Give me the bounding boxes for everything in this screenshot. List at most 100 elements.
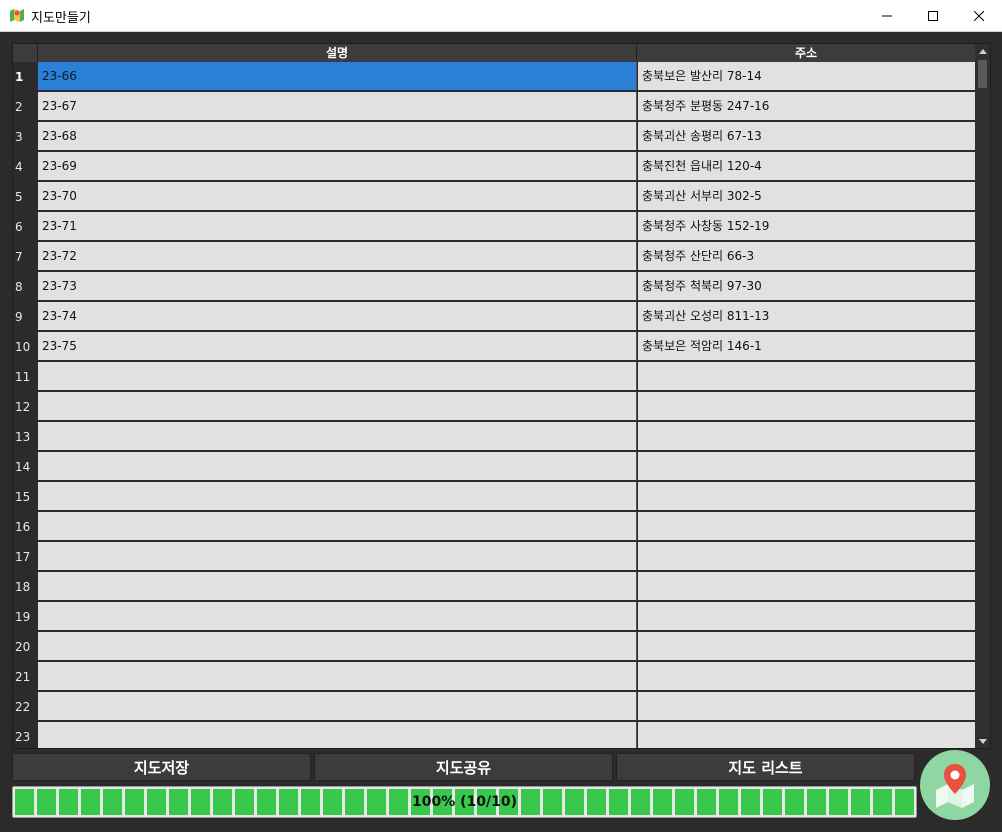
cell-description[interactable]: [38, 722, 637, 748]
scroll-up-button[interactable]: [975, 44, 990, 58]
cell-address[interactable]: [638, 452, 975, 481]
cell-address[interactable]: 충북괴산 서부리 302-5: [638, 182, 975, 211]
column-header-description[interactable]: 설명: [38, 44, 637, 62]
column-header-address[interactable]: 주소: [637, 44, 975, 62]
share-map-button[interactable]: 지도공유: [314, 753, 613, 781]
cell-address[interactable]: [638, 722, 975, 748]
cell-address[interactable]: [638, 392, 975, 421]
row-number[interactable]: 18: [13, 572, 37, 602]
row-number[interactable]: 8: [13, 272, 37, 302]
table-row[interactable]: 6 23-71 충북청주 사창동 152-19: [13, 212, 975, 242]
cell-description[interactable]: [38, 572, 637, 601]
table-row[interactable]: 19: [13, 602, 975, 632]
cell-description[interactable]: [38, 602, 637, 631]
cell-address[interactable]: 충북진천 읍내리 120-4: [638, 152, 975, 181]
cell-address[interactable]: 충북괴산 오성리 811-13: [638, 302, 975, 331]
cell-description[interactable]: [38, 542, 637, 571]
save-map-button[interactable]: 지도저장: [12, 753, 311, 781]
cell-description[interactable]: 23-69: [38, 152, 637, 181]
row-number[interactable]: 20: [13, 632, 37, 662]
table-row[interactable]: 3 23-68 충북괴산 송평리 67-13: [13, 122, 975, 152]
cell-address[interactable]: [638, 422, 975, 451]
cell-address[interactable]: [638, 482, 975, 511]
close-button[interactable]: [956, 0, 1002, 31]
cell-description[interactable]: [38, 662, 637, 691]
cell-description[interactable]: [38, 392, 637, 421]
table-row[interactable]: 4 23-69 충북진천 읍내리 120-4: [13, 152, 975, 182]
row-number[interactable]: 4: [13, 152, 37, 182]
cell-description[interactable]: [38, 422, 637, 451]
cell-description[interactable]: [38, 452, 637, 481]
cell-address[interactable]: [638, 542, 975, 571]
cell-address[interactable]: [638, 632, 975, 661]
table-row[interactable]: 11: [13, 362, 975, 392]
cell-address[interactable]: 충북청주 산단리 66-3: [638, 242, 975, 271]
row-number[interactable]: 12: [13, 392, 37, 422]
row-number[interactable]: 5: [13, 182, 37, 212]
row-number[interactable]: 11: [13, 362, 37, 392]
cell-description[interactable]: 23-72: [38, 242, 637, 271]
row-number[interactable]: 10: [13, 332, 37, 362]
vertical-scrollbar[interactable]: [975, 44, 990, 748]
row-number[interactable]: 6: [13, 212, 37, 242]
table-row[interactable]: 9 23-74 충북괴산 오성리 811-13: [13, 302, 975, 332]
table-row[interactable]: 21: [13, 662, 975, 692]
cell-address[interactable]: 충북보은 발산리 78-14: [638, 62, 975, 91]
row-number[interactable]: 14: [13, 452, 37, 482]
row-number[interactable]: 1: [13, 62, 37, 92]
table-row[interactable]: 14: [13, 452, 975, 482]
table-row[interactable]: 16: [13, 512, 975, 542]
row-number[interactable]: 2: [13, 92, 37, 122]
row-number[interactable]: 19: [13, 602, 37, 632]
row-number[interactable]: 3: [13, 122, 37, 152]
table-corner[interactable]: [13, 44, 38, 62]
cell-address[interactable]: [638, 692, 975, 721]
row-number[interactable]: 23: [13, 722, 37, 748]
cell-description[interactable]: 23-73: [38, 272, 637, 301]
cell-address[interactable]: [638, 572, 975, 601]
cell-description[interactable]: 23-67: [38, 92, 637, 121]
maximize-button[interactable]: [910, 0, 956, 31]
table-row[interactable]: 22: [13, 692, 975, 722]
cell-address[interactable]: 충북청주 분평동 247-16: [638, 92, 975, 121]
cell-description[interactable]: 23-75: [38, 332, 637, 361]
table-row[interactable]: 7 23-72 충북청주 산단리 66-3: [13, 242, 975, 272]
table-row[interactable]: 2 23-67 충북청주 분평동 247-16: [13, 92, 975, 122]
row-number[interactable]: 13: [13, 422, 37, 452]
row-number[interactable]: 17: [13, 542, 37, 572]
table-row[interactable]: 20: [13, 632, 975, 662]
row-number[interactable]: 7: [13, 242, 37, 272]
scroll-down-button[interactable]: [975, 734, 990, 748]
cell-description[interactable]: 23-70: [38, 182, 637, 211]
table-row[interactable]: 10 23-75 충북보은 적암리 146-1: [13, 332, 975, 362]
cell-description[interactable]: 23-66: [38, 62, 637, 91]
table-row[interactable]: 8 23-73 충북청주 척북리 97-30: [13, 272, 975, 302]
row-number[interactable]: 16: [13, 512, 37, 542]
cell-description[interactable]: [38, 512, 637, 541]
cell-address[interactable]: 충북보은 적암리 146-1: [638, 332, 975, 361]
cell-description[interactable]: 23-68: [38, 122, 637, 151]
address-table[interactable]: 설명 주소 1 23-66 충북보은 발산리 78-14 2 23-67 충북청주 분평동…: [12, 43, 991, 749]
cell-description[interactable]: 23-71: [38, 212, 637, 241]
cell-description[interactable]: [38, 692, 637, 721]
map-open-button[interactable]: [920, 750, 990, 820]
cell-address[interactable]: 충북괴산 송평리 67-13: [638, 122, 975, 151]
table-row[interactable]: 15: [13, 482, 975, 512]
map-list-button[interactable]: 지도 리스트: [616, 753, 915, 781]
table-row[interactable]: 13: [13, 422, 975, 452]
cell-address[interactable]: 충북청주 척북리 97-30: [638, 272, 975, 301]
table-row[interactable]: 17: [13, 542, 975, 572]
cell-address[interactable]: [638, 662, 975, 691]
row-number[interactable]: 21: [13, 662, 37, 692]
row-number[interactable]: 22: [13, 692, 37, 722]
cell-description[interactable]: [38, 632, 637, 661]
table-row[interactable]: 23: [13, 722, 975, 748]
cell-address[interactable]: [638, 512, 975, 541]
table-row[interactable]: 1 23-66 충북보은 발산리 78-14: [13, 62, 975, 92]
cell-description[interactable]: [38, 482, 637, 511]
cell-address[interactable]: [638, 362, 975, 391]
cell-description[interactable]: 23-74: [38, 302, 637, 331]
table-row[interactable]: 5 23-70 충북괴산 서부리 302-5: [13, 182, 975, 212]
cell-address[interactable]: [638, 602, 975, 631]
scroll-thumb[interactable]: [978, 60, 987, 88]
